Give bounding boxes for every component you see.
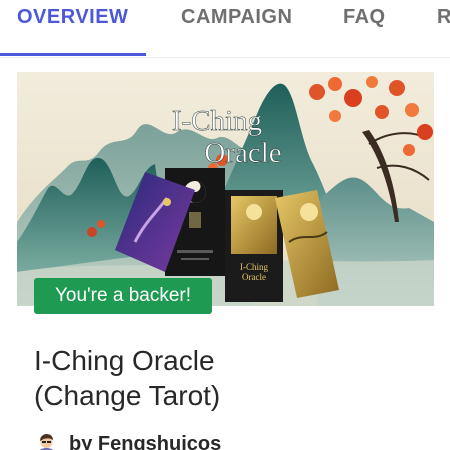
tab-r[interactable]: R [437, 6, 450, 29]
box-label-line2: Oracle [242, 272, 266, 282]
tab-overview[interactable]: OVERVIEW [17, 6, 128, 29]
tab-campaign[interactable]: CAMPAIGN [181, 6, 292, 29]
box-label-line1: I-Ching [240, 262, 268, 272]
hero-artwork: I-Ching Oracle I-Ching Oracle [17, 72, 434, 306]
hero-title-line2: Oracle [204, 137, 281, 169]
project-title-line2: (Change Tarot) [34, 380, 221, 411]
project-title: I-Ching Oracle (Change Tarot) [34, 343, 434, 413]
tab-faq[interactable]: FAQ [343, 6, 386, 29]
person-avatar-icon [39, 433, 54, 450]
backer-badge: You're a backer! [34, 278, 212, 314]
project-title-line1: I-Ching Oracle [34, 345, 215, 376]
tab-bar: OVERVIEW CAMPAIGN FAQ R [0, 0, 450, 58]
creator-name[interactable]: by Fengshuicos [69, 433, 221, 450]
project-hero-image[interactable]: I-Ching Oracle I-Ching Oracle [17, 72, 434, 306]
creator-link[interactable]: by Fengshuicos [34, 431, 221, 450]
active-tab-indicator [0, 53, 146, 56]
hero-title-line1: I-Ching [172, 105, 262, 137]
gold-card-box: I-Ching Oracle [225, 190, 283, 302]
